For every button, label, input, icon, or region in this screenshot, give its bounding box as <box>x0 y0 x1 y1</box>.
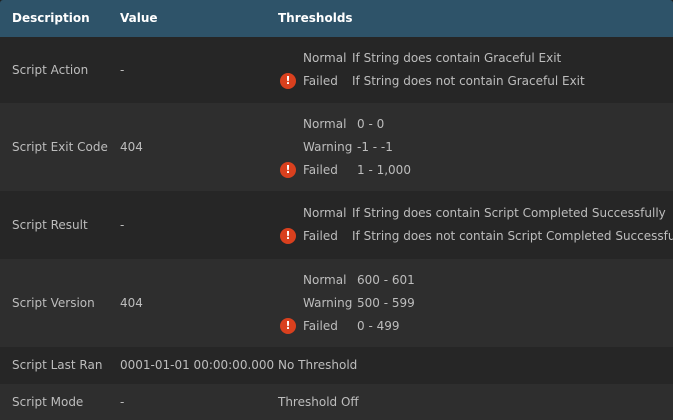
threshold-level: Failed <box>303 163 338 177</box>
threshold-condition: 1 - 1,000 <box>357 163 411 177</box>
threshold-normal: Normal If String does contain Script Com… <box>278 203 673 225</box>
threshold-condition: If String does contain Script Completed … <box>352 206 666 220</box>
column-header-thresholds[interactable]: Thresholds <box>278 11 353 25</box>
row-value: 404 <box>120 140 143 154</box>
table-row: Script Last Ran 0001-01-01 00:00:00.000 … <box>0 347 673 384</box>
threshold-status-text: No Threshold <box>278 358 358 372</box>
row-description: Script Result <box>12 218 88 232</box>
row-description: Script Version <box>12 296 95 310</box>
threshold-condition: -1 - -1 <box>357 140 393 154</box>
threshold-level: Normal <box>303 51 347 65</box>
threshold-warning: Warning -1 - -1 <box>278 137 673 159</box>
threshold-normal: Normal 0 - 0 <box>278 114 673 136</box>
table-row: Script Exit Code 404 Normal 0 - 0 Warnin… <box>0 103 673 191</box>
threshold-failed: ! Failed 1 - 1,000 <box>278 160 673 182</box>
row-description: Script Last Ran <box>12 358 103 372</box>
threshold-failed: ! Failed If String does not contain Scri… <box>278 226 673 248</box>
threshold-condition: If String does not contain Graceful Exit <box>352 74 585 88</box>
table-row: Script Version 404 Normal 600 - 601 Warn… <box>0 259 673 347</box>
threshold-status-text: Threshold Off <box>278 395 359 409</box>
table-row: Script Mode - Threshold Off <box>0 384 673 420</box>
row-description: Script Action <box>12 63 89 77</box>
threshold-level: Failed <box>303 74 338 88</box>
table-header: Description Value Thresholds <box>0 0 673 37</box>
row-value: - <box>120 63 125 77</box>
table-row: Script Action - Normal If String does co… <box>0 37 673 103</box>
table-row: Script Result - Normal If String does co… <box>0 191 673 259</box>
row-value: 404 <box>120 296 143 310</box>
threshold-failed: ! Failed 0 - 499 <box>278 316 673 338</box>
column-header-value[interactable]: Value <box>120 11 158 25</box>
threshold-level: Normal <box>303 273 347 287</box>
failed-alert-icon: ! <box>280 318 296 334</box>
column-header-description[interactable]: Description <box>12 11 90 25</box>
row-value: - <box>120 218 125 232</box>
threshold-failed: ! Failed If String does not contain Grac… <box>278 71 673 93</box>
threshold-level: Normal <box>303 117 347 131</box>
threshold-condition: If String does not contain Script Comple… <box>352 229 673 243</box>
failed-alert-icon: ! <box>280 162 296 178</box>
threshold-condition: 0 - 499 <box>357 319 400 333</box>
threshold-condition: If String does contain Graceful Exit <box>352 51 562 65</box>
threshold-condition: 0 - 0 <box>357 117 385 131</box>
threshold-normal: Normal If String does contain Graceful E… <box>278 48 673 70</box>
failed-alert-icon: ! <box>280 73 296 89</box>
row-description: Script Exit Code <box>12 140 108 154</box>
row-value: 0001-01-01 00:00:00.000 <box>120 358 275 372</box>
threshold-level: Normal <box>303 206 347 220</box>
threshold-level: Failed <box>303 229 338 243</box>
threshold-level: Warning <box>303 296 353 310</box>
threshold-normal: Normal 600 - 601 <box>278 270 673 292</box>
threshold-warning: Warning 500 - 599 <box>278 293 673 315</box>
threshold-level: Warning <box>303 140 353 154</box>
row-value: - <box>120 395 125 409</box>
threshold-condition: 600 - 601 <box>357 273 415 287</box>
row-description: Script Mode <box>12 395 84 409</box>
failed-alert-icon: ! <box>280 228 296 244</box>
threshold-condition: 500 - 599 <box>357 296 415 310</box>
threshold-level: Failed <box>303 319 338 333</box>
